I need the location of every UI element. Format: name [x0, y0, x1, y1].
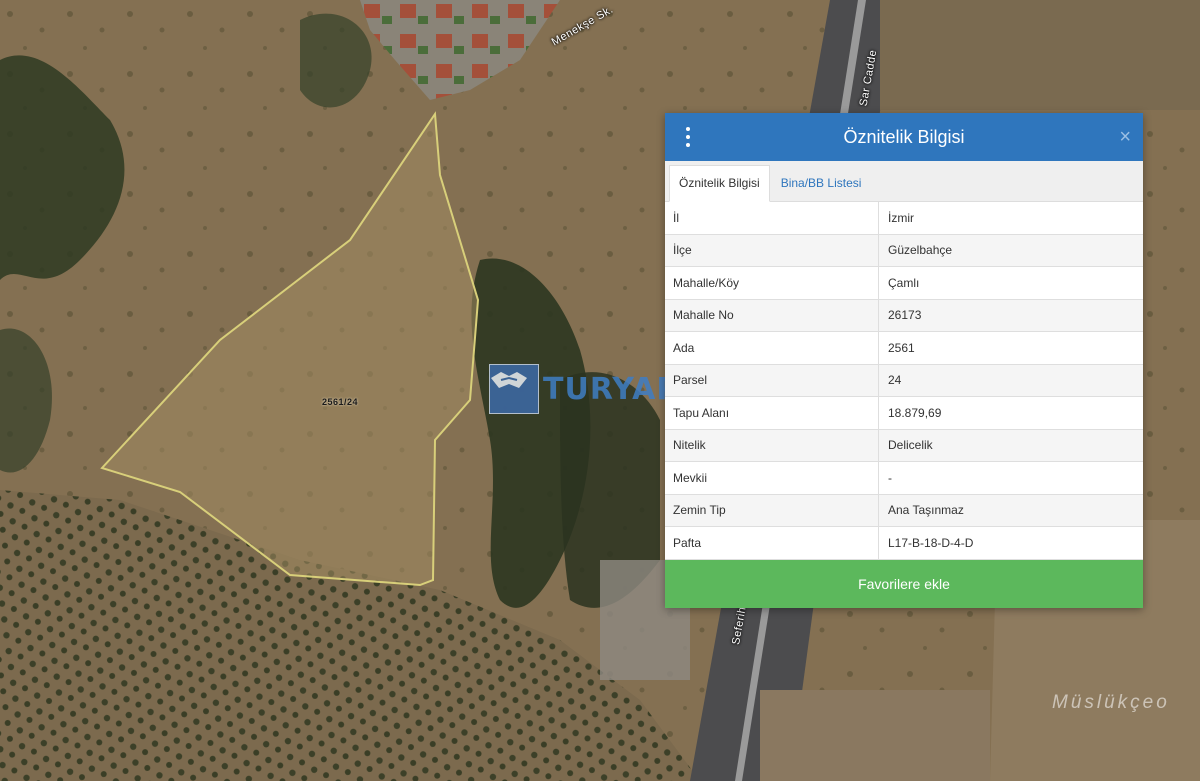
attribute-key: Pafta: [665, 526, 879, 560]
attribute-info-panel: Öznitelik Bilgisi × Öznitelik Bilgisi Bi…: [665, 113, 1143, 608]
table-row: İl İzmir: [665, 202, 1143, 235]
attribute-key: Mahalle/Köy: [665, 266, 879, 300]
table-row: Mahalle/Köy Çamlı: [665, 266, 1143, 300]
turyap-watermark: TURYAP: [489, 364, 679, 414]
table-row: Nitelik Delicelik: [665, 429, 1143, 462]
tab-building-list[interactable]: Bina/BB Listesi: [772, 166, 871, 201]
attribute-key: Tapu Alanı: [665, 396, 879, 430]
handshake-icon: [489, 364, 539, 414]
table-row: Mevkii -: [665, 461, 1143, 495]
close-icon[interactable]: ×: [1119, 125, 1131, 149]
panel-title: Öznitelik Bilgisi: [843, 126, 965, 147]
attribute-value: -: [878, 461, 1143, 495]
panel-header: Öznitelik Bilgisi ×: [665, 113, 1143, 161]
attribute-key: Ada: [665, 331, 879, 365]
table-row: İlçe Güzelbahçe: [665, 234, 1143, 267]
attribute-value: L17-B-18-D-4-D: [878, 526, 1143, 560]
attribute-key: Mahalle No: [665, 299, 879, 332]
table-row: Ada 2561: [665, 331, 1143, 365]
table-row: Tapu Alanı 18.879,69: [665, 396, 1143, 430]
attribute-key: Mevkii: [665, 461, 879, 495]
watermark-text: TURYAP: [543, 371, 680, 407]
parcel-label: 2561/24: [322, 397, 359, 407]
attribute-value: 18.879,69: [878, 396, 1143, 430]
table-row: Mahalle No 26173: [665, 299, 1143, 332]
table-row: Pafta L17-B-18-D-4-D: [665, 526, 1143, 560]
attribute-key: İl: [665, 202, 879, 235]
attribute-value: Delicelik: [878, 429, 1143, 462]
attribute-key: İlçe: [665, 234, 879, 267]
attribute-value: Çamlı: [878, 266, 1143, 300]
kebab-menu-icon[interactable]: [681, 127, 695, 147]
attribute-value: Güzelbahçe: [878, 234, 1143, 267]
attribute-value: 26173: [878, 299, 1143, 332]
table-row: Zemin Tip Ana Taşınmaz: [665, 494, 1143, 527]
attribute-table: İl İzmir İlçe Güzelbahçe Mahalle/Köy Çamlı Mah…: [665, 202, 1143, 560]
attribute-value: İzmir: [878, 202, 1143, 235]
tab-attribute-info[interactable]: Öznitelik Bilgisi: [669, 165, 770, 202]
attribute-value: Ana Taşınmaz: [878, 494, 1143, 527]
attribute-value: 24: [878, 364, 1143, 397]
attribute-key: Nitelik: [665, 429, 879, 462]
attribute-key: Parsel: [665, 364, 879, 397]
attribute-key: Zemin Tip: [665, 494, 879, 527]
place-label: Müslükçeo: [1052, 692, 1170, 713]
panel-tabs: Öznitelik Bilgisi Bina/BB Listesi: [665, 161, 1143, 202]
table-row: Parsel 24: [665, 364, 1143, 397]
attribute-value: 2561: [878, 331, 1143, 365]
add-to-favorites-button[interactable]: Favorilere ekle: [665, 559, 1143, 608]
